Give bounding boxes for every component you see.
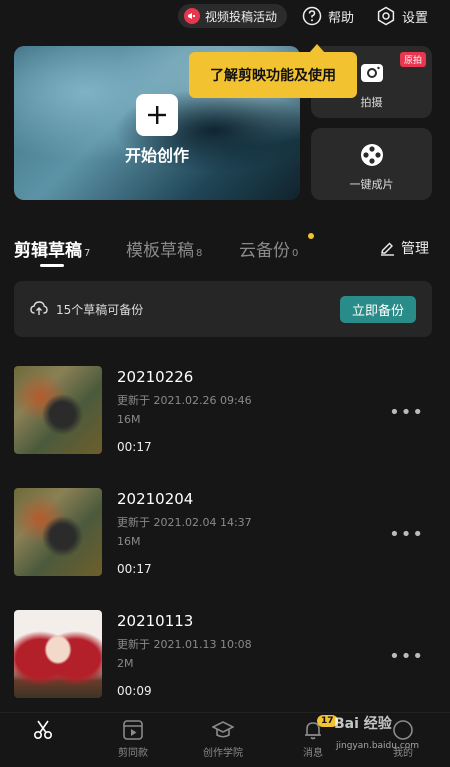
cloud-upload-icon [30, 301, 48, 315]
tab-template-drafts[interactable]: 模板草稿 8 [126, 236, 202, 261]
backup-text: 15个草稿可备份 [56, 303, 144, 317]
backup-banner: 15个草稿可备份 立即备份 [14, 281, 432, 337]
more-options-icon[interactable]: ••• [389, 402, 424, 423]
draft-updated: 更新于 2021.02.26 09:46 [117, 394, 252, 407]
camera-icon [361, 64, 383, 82]
question-icon [302, 6, 322, 26]
settings-label: 设置 [402, 10, 429, 26]
plus-icon [136, 94, 178, 136]
draft-duration: 00:17 [117, 562, 152, 576]
draft-duration: 00:09 [117, 684, 152, 698]
help-tooltip[interactable]: 了解剪映功能及使用 [189, 52, 357, 98]
pencil-icon [381, 242, 394, 256]
nav-label: 创作学院 [203, 748, 243, 759]
draft-size: 16M [117, 413, 141, 426]
draft-title: 20210204 [117, 490, 194, 508]
tab-label: 云备份 [239, 241, 290, 261]
draft-duration: 00:17 [117, 440, 152, 454]
nav-academy[interactable]: 创作学院 [193, 719, 253, 759]
tab-label: 模板草稿 [126, 241, 194, 261]
draft-thumbnail [14, 488, 102, 576]
active-tab-indicator [40, 264, 64, 267]
one-key-film-card[interactable]: 一键成片 [311, 128, 432, 200]
top-bar: 视频投稿活动 帮助 设置 [0, 0, 450, 34]
settings-button[interactable]: 设置 [376, 4, 428, 28]
tab-count: 8 [196, 248, 203, 259]
one-key-film-label: 一键成片 [349, 178, 394, 191]
draft-title: 20210113 [117, 612, 194, 630]
draft-title: 20210226 [117, 368, 194, 386]
video-template-icon [123, 720, 143, 740]
nav-same-style[interactable]: 剪同款 [103, 719, 163, 759]
draft-size: 2M [117, 657, 134, 670]
profile-icon [393, 720, 413, 740]
draft-updated: 更新于 2021.01.13 10:08 [117, 638, 252, 651]
backup-now-button[interactable]: 立即备份 [339, 296, 416, 323]
draft-tabs: 剪辑草稿 7 模板草稿 8 云备份 0 管理 [14, 230, 434, 270]
draft-updated: 更新于 2021.02.04 14:37 [117, 516, 252, 529]
original-badge: 原拍 [399, 52, 426, 67]
nav-edit[interactable] [13, 719, 73, 744]
watermark-logo: Bai 经验 [334, 716, 392, 732]
scissors-icon [33, 720, 53, 740]
nav-label: 消息 [303, 748, 323, 759]
manage-label: 管理 [401, 241, 429, 257]
tab-count: 7 [84, 248, 91, 259]
help-button[interactable]: 帮助 [302, 4, 354, 28]
graduation-cap-icon [212, 721, 234, 738]
tab-cloud-backup[interactable]: 云备份 0 [239, 236, 298, 261]
draft-item[interactable]: 20210204 更新于 2021.02.04 14:37 16M 00:17 … [14, 488, 434, 578]
draft-item[interactable]: 20210226 更新于 2021.02.26 09:46 16M 00:17 … [14, 366, 434, 456]
draft-thumbnail [14, 610, 102, 698]
watermark-url: jingyan.baidu.com [336, 741, 420, 751]
tab-count: 0 [292, 248, 299, 259]
promo-label: 视频投稿活动 [205, 9, 278, 24]
megaphone-icon [184, 8, 200, 24]
draft-item[interactable]: 20210113 更新于 2021.01.13 10:08 2M 00:09 •… [14, 610, 434, 700]
help-label: 帮助 [328, 10, 355, 26]
draft-thumbnail [14, 366, 102, 454]
manage-button[interactable]: 管理 [380, 238, 429, 258]
more-options-icon[interactable]: ••• [389, 524, 424, 545]
draft-size: 16M [117, 535, 141, 548]
film-reel-icon [361, 144, 383, 166]
start-create-label: 开始创作 [124, 146, 189, 165]
gear-icon [377, 6, 395, 26]
nav-label: 剪同款 [118, 748, 148, 759]
more-options-icon[interactable]: ••• [389, 646, 424, 667]
tab-edit-drafts[interactable]: 剪辑草稿 7 [14, 236, 90, 261]
tab-label: 剪辑草稿 [14, 241, 82, 261]
notification-dot [308, 233, 314, 239]
promo-activity-button[interactable]: 视频投稿活动 [178, 4, 288, 28]
